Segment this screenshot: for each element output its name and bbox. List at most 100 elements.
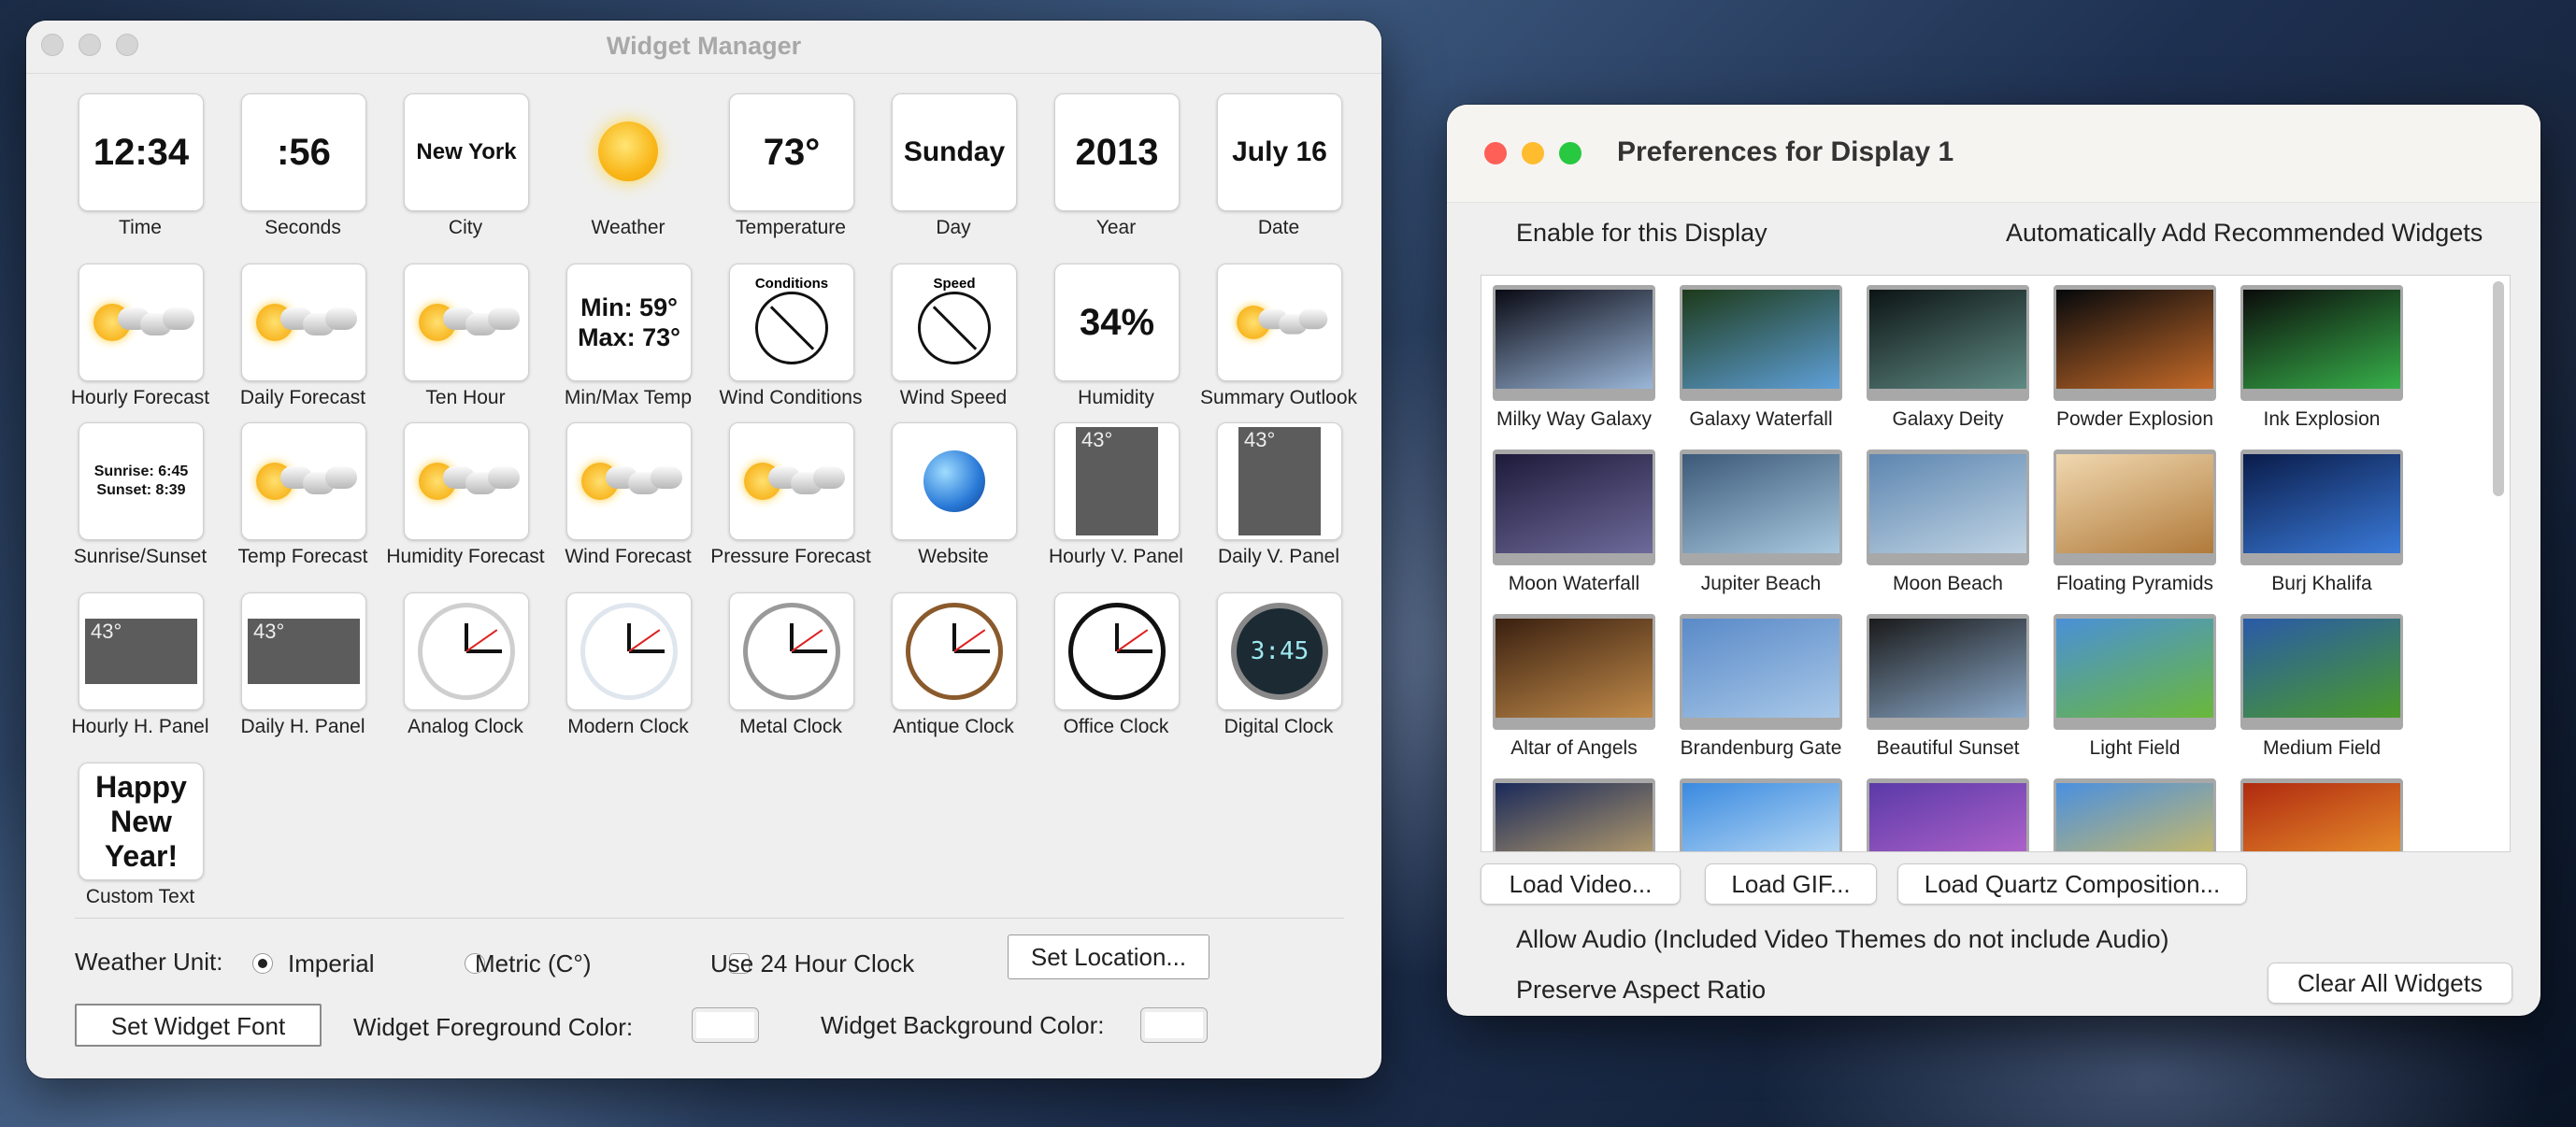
theme-preview-image[interactable]: [1867, 449, 2029, 565]
preserve-aspect-label[interactable]: Preserve Aspect Ratio: [1516, 976, 1766, 1005]
set-location-button[interactable]: Set Location...: [1008, 934, 1209, 979]
theme-preview-image[interactable]: [2054, 285, 2216, 401]
theme-preview-image[interactable]: [1867, 778, 2029, 851]
widget-preview[interactable]: 43°: [1217, 422, 1342, 540]
foreground-color-well[interactable]: [692, 1007, 759, 1043]
widget-preview[interactable]: [1054, 592, 1180, 710]
widget-tile[interactable]: Daily Forecast: [236, 264, 366, 424]
theme-thumbnail[interactable]: Floating Pyramids: [2054, 449, 2216, 595]
widget-tile[interactable]: Website: [886, 422, 1017, 583]
theme-thumbnail[interactable]: Ink Explosion: [2240, 285, 2403, 431]
widget-tile[interactable]: 12:34 Time: [73, 93, 204, 254]
widget-preview[interactable]: 43°: [1054, 422, 1180, 540]
widget-tile[interactable]: 43° Hourly V. Panel: [1049, 422, 1183, 583]
widget-preview[interactable]: 2013: [1054, 93, 1180, 211]
theme-preview-image[interactable]: [1493, 778, 1655, 851]
widget-tile[interactable]: Metal Clock: [723, 592, 854, 753]
widget-preview[interactable]: New York: [404, 93, 529, 211]
enable-display-label[interactable]: Enable for this Display: [1516, 219, 1767, 248]
widget-preview[interactable]: 3:45: [1217, 592, 1342, 710]
widget-preview[interactable]: Min: 59° Max: 73°: [566, 264, 692, 381]
imperial-label[interactable]: Imperial: [288, 949, 374, 978]
theme-thumbnail[interactable]: Brandenburg Gate: [1680, 614, 1842, 760]
theme-preview-image[interactable]: [1493, 449, 1655, 565]
widget-preview[interactable]: [241, 264, 366, 381]
widget-preview[interactable]: 12:34: [79, 93, 204, 211]
widget-preview[interactable]: Sunday: [892, 93, 1017, 211]
theme-thumbnail[interactable]: Milky Way Galaxy: [1493, 285, 1655, 431]
widget-tile[interactable]: Min: 59° Max: 73° Min/Max Temp: [561, 264, 692, 424]
widget-preview[interactable]: :56: [241, 93, 366, 211]
theme-preview-image[interactable]: [1680, 449, 1842, 565]
widget-preview[interactable]: 43°: [241, 592, 366, 710]
theme-thumbnail[interactable]: Medium Field: [2240, 614, 2403, 760]
widget-tile[interactable]: 43° Daily H. Panel: [236, 592, 366, 753]
widget-preview[interactable]: [566, 93, 690, 209]
gallery-scrollbar[interactable]: [2493, 281, 2504, 496]
allow-audio-label[interactable]: Allow Audio (Included Video Themes do no…: [1516, 925, 2168, 954]
theme-preview-image[interactable]: [2240, 285, 2403, 401]
widget-tile[interactable]: Happy New Year! Custom Text: [73, 763, 204, 923]
theme-thumbnail[interactable]: Burj Khalifa: [2240, 449, 2403, 595]
widget-preview[interactable]: [404, 422, 529, 540]
minimize-button[interactable]: [1522, 142, 1544, 164]
theme-thumbnail[interactable]: [2240, 778, 2403, 851]
theme-preview-image[interactable]: [2054, 614, 2216, 730]
theme-preview-image[interactable]: [2054, 449, 2216, 565]
load-quartz-composition-button[interactable]: Load Quartz Composition...: [1897, 863, 2247, 905]
widget-tile[interactable]: 43° Daily V. Panel: [1211, 422, 1342, 583]
widget-preview[interactable]: Happy New Year!: [79, 763, 204, 880]
widget-preview[interactable]: [892, 592, 1017, 710]
theme-preview-image[interactable]: [2240, 614, 2403, 730]
theme-preview-image[interactable]: [2054, 778, 2216, 851]
background-color-well[interactable]: [1140, 1007, 1208, 1043]
widget-tile[interactable]: Sunday Day: [886, 93, 1017, 254]
theme-preview-image[interactable]: [1867, 614, 2029, 730]
widget-tile[interactable]: 34% Humidity: [1049, 264, 1180, 424]
widget-tile[interactable]: Pressure Forecast: [710, 422, 871, 583]
theme-thumbnail[interactable]: Galaxy Deity: [1867, 285, 2029, 431]
set-widget-font-button[interactable]: Set Widget Font: [75, 1004, 322, 1047]
theme-preview-image[interactable]: [1680, 614, 1842, 730]
theme-thumbnail[interactable]: [1867, 778, 2029, 851]
theme-preview-image[interactable]: [1493, 614, 1655, 730]
widget-preview[interactable]: [404, 264, 529, 381]
widget-tile[interactable]: Weather: [561, 93, 692, 254]
widget-preview[interactable]: Conditions: [729, 264, 854, 381]
metric-label[interactable]: Metric (C°): [475, 949, 592, 978]
widget-preview[interactable]: [241, 422, 366, 540]
widget-tile[interactable]: Conditions Wind Conditions: [720, 264, 862, 424]
widget-tile[interactable]: 73° Temperature: [723, 93, 854, 254]
theme-thumbnail[interactable]: [1680, 778, 1842, 851]
widget-preview[interactable]: [566, 422, 692, 540]
widget-tile[interactable]: Modern Clock: [561, 592, 692, 753]
theme-thumbnail[interactable]: Powder Explosion: [2054, 285, 2216, 431]
auto-add-label[interactable]: Automatically Add Recommended Widgets: [2006, 219, 2483, 248]
widget-preview[interactable]: 34%: [1054, 264, 1180, 381]
theme-thumbnail[interactable]: [2054, 778, 2216, 851]
theme-thumbnail[interactable]: Galaxy Waterfall: [1680, 285, 1842, 431]
theme-thumbnail[interactable]: Altar of Angels: [1493, 614, 1655, 760]
widget-preview[interactable]: [1217, 264, 1342, 381]
theme-preview-image[interactable]: [1680, 285, 1842, 401]
widget-tile[interactable]: Ten Hour: [398, 264, 529, 424]
theme-preview-image[interactable]: [1493, 285, 1655, 401]
theme-preview-image[interactable]: [2240, 449, 2403, 565]
widget-tile[interactable]: Speed Wind Speed: [886, 264, 1017, 424]
widget-preview[interactable]: [79, 264, 204, 381]
widget-preview[interactable]: [729, 422, 854, 540]
widget-tile[interactable]: July 16 Date: [1211, 93, 1342, 254]
widget-tile[interactable]: 43° Hourly H. Panel: [71, 592, 209, 753]
widget-tile[interactable]: :56 Seconds: [236, 93, 366, 254]
widget-tile[interactable]: Humidity Forecast: [386, 422, 545, 583]
theme-preview-image[interactable]: [1867, 285, 2029, 401]
widget-preview[interactable]: 73°: [729, 93, 854, 211]
widget-preview[interactable]: [892, 422, 1017, 540]
widget-tile[interactable]: Hourly Forecast: [71, 264, 209, 424]
widget-tile[interactable]: Analog Clock: [398, 592, 529, 753]
widget-tile[interactable]: Wind Forecast: [561, 422, 692, 583]
widget-preview[interactable]: Sunrise: 6:45 Sunset: 8:39: [79, 422, 204, 540]
widget-preview[interactable]: 43°: [79, 592, 204, 710]
widget-tile[interactable]: New York City: [398, 93, 529, 254]
widget-tile[interactable]: 2013 Year: [1049, 93, 1180, 254]
